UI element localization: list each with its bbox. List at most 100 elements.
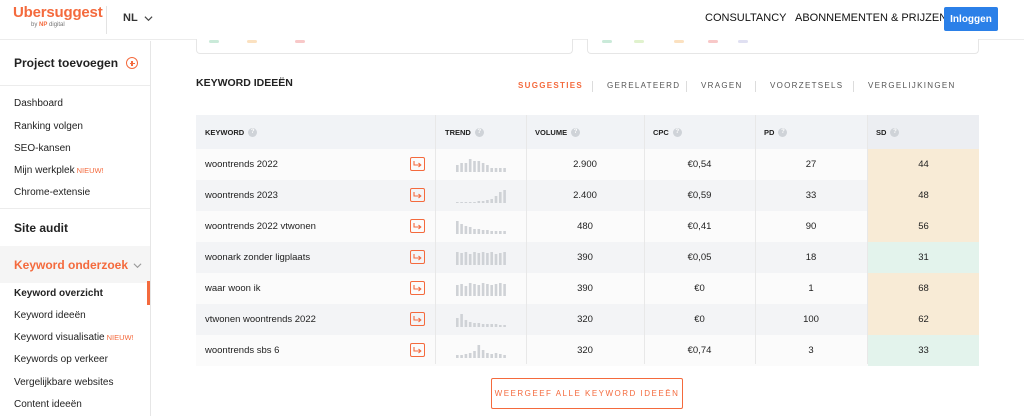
- tab-vragen[interactable]: VRAGEN: [701, 81, 743, 90]
- col-keyword[interactable]: KEYWORD?: [205, 115, 258, 149]
- volume-cell: 480: [577, 221, 593, 232]
- sidebar-item-ranking[interactable]: Ranking volgen: [14, 121, 83, 132]
- legend-dot: [738, 40, 748, 43]
- info-icon[interactable]: ?: [672, 127, 682, 137]
- language-selector[interactable]: NL: [123, 12, 153, 24]
- trend-bar: [460, 224, 463, 234]
- open-keyword-button[interactable]: [410, 343, 425, 357]
- nav-pricing[interactable]: ABONNEMENTEN & PRIJZEN: [795, 12, 947, 24]
- trend-bar: [481, 324, 485, 327]
- col-pd[interactable]: PD?: [764, 115, 788, 149]
- trend-sparkline: [456, 314, 506, 327]
- open-keyword-button[interactable]: [410, 157, 425, 171]
- trend-bar: [460, 314, 463, 327]
- keyword-research-label: Keyword onderzoek: [14, 258, 129, 272]
- trend-bar: [481, 252, 485, 265]
- keyword-cell[interactable]: woontrends 2022: [205, 149, 405, 180]
- keyword-cell[interactable]: vtwonen woontrends 2022: [205, 304, 405, 335]
- sd-cell: 56: [868, 211, 979, 242]
- trend-bar: [499, 168, 502, 172]
- trend-bar: [503, 231, 506, 234]
- plus-circle-icon: [126, 57, 138, 69]
- keyword-cell[interactable]: woontrends sbs 6: [205, 335, 405, 366]
- pd-cell: 90: [805, 221, 817, 232]
- arrow-redirect-icon: [413, 316, 422, 323]
- trend-bar: [473, 323, 476, 327]
- sidebar-subitem-ideas[interactable]: Keyword ideeën: [14, 310, 86, 321]
- trend-bar: [473, 252, 476, 265]
- sidebar-keyword-research[interactable]: Keyword onderzoek: [0, 246, 150, 283]
- nav-consultancy[interactable]: CONSULTANCY: [705, 12, 787, 24]
- sidebar-item-dashboard[interactable]: Dashboard: [14, 98, 63, 109]
- sidebar-subitem-overview[interactable]: Keyword overzicht: [14, 288, 103, 299]
- login-button[interactable]: Inloggen: [944, 7, 998, 31]
- info-icon[interactable]: ?: [778, 127, 788, 137]
- trend-bar: [499, 231, 502, 234]
- active-indicator: [147, 281, 150, 305]
- sidebar-subitem-similar[interactable]: Vergelijkbare websites: [14, 377, 114, 388]
- volume-cell: 320: [577, 314, 593, 325]
- partial-card-right: [587, 39, 979, 54]
- arrow-redirect-icon: [413, 254, 422, 261]
- trend-bar: [503, 325, 506, 327]
- legend-dot: [602, 40, 612, 43]
- trend-bar: [460, 284, 463, 296]
- arrow-redirect-icon: [413, 285, 422, 292]
- keyword-cell[interactable]: woontrends 2022 vtwonen: [205, 211, 405, 242]
- info-icon[interactable]: ?: [474, 127, 484, 137]
- trend-bar: [477, 285, 481, 296]
- trend-bar: [481, 201, 485, 203]
- info-icon[interactable]: ?: [571, 127, 581, 137]
- sidebar-subitem-traffic[interactable]: Keywords op verkeer: [14, 354, 108, 365]
- info-icon[interactable]: ?: [890, 127, 900, 137]
- tab-vergelijkingen[interactable]: VERGELIJKINGEN: [868, 81, 956, 90]
- table-row: woontrends 2022 vtwonen 480 €0,41 90 56: [196, 211, 979, 242]
- ubersuggest-logo[interactable]: Ubersuggest by NP digital: [13, 4, 103, 28]
- open-keyword-button[interactable]: [410, 188, 425, 202]
- table-row: vtwonen woontrends 2022 320 €0 100 62: [196, 304, 979, 335]
- trend-bar: [503, 190, 506, 203]
- trend-sparkline: [456, 190, 506, 203]
- col-volume[interactable]: VOLUME?: [535, 115, 581, 149]
- trend-bar: [503, 252, 506, 265]
- tab-gerelateerd[interactable]: GERELATEERD: [607, 81, 680, 90]
- trend-bar: [456, 252, 459, 265]
- info-icon[interactable]: ?: [248, 127, 258, 137]
- logo-text: Ubersuggest: [13, 4, 103, 21]
- trend-bar: [468, 202, 472, 203]
- show-all-keyword-ideas-button[interactable]: WEERGEEF ALLE KEYWORD IDEEËN: [491, 378, 683, 409]
- add-project-button[interactable]: Project toevoegen: [14, 56, 138, 70]
- trend-bar: [460, 202, 463, 203]
- sidebar-item-seo-kansen[interactable]: SEO-kansen: [14, 143, 71, 154]
- keyword-cell[interactable]: woonark zonder ligplaats: [205, 242, 405, 273]
- col-trend[interactable]: TREND?: [445, 115, 484, 149]
- trend-bar: [481, 163, 485, 172]
- col-cpc[interactable]: CPC?: [653, 115, 682, 149]
- sidebar-subitem-content[interactable]: Content ideeën: [14, 399, 82, 410]
- trend-bar: [464, 202, 468, 203]
- trend-bar: [490, 199, 493, 203]
- sidebar-site-audit[interactable]: Site audit: [14, 221, 68, 235]
- trend-bar: [494, 254, 498, 265]
- keyword-table: KEYWORD? TREND? VOLUME? CPC? PD? SD? woo…: [196, 115, 979, 366]
- open-keyword-button[interactable]: [410, 250, 425, 264]
- open-keyword-button[interactable]: [410, 281, 425, 295]
- sd-cell: 48: [868, 180, 979, 211]
- trend-bar: [494, 353, 498, 358]
- tab-voorzetsels[interactable]: VOORZETSELS: [770, 81, 843, 90]
- pd-cell: 100: [803, 314, 819, 325]
- open-keyword-button[interactable]: [410, 219, 425, 233]
- chevron-down-icon: [144, 15, 153, 21]
- trend-bar: [473, 284, 476, 296]
- keyword-cell[interactable]: waar woon ik: [205, 273, 405, 304]
- col-sd[interactable]: SD?: [876, 115, 900, 149]
- sidebar-subitem-visualisatie[interactable]: Keyword visualisatie NIEUW!: [14, 332, 134, 343]
- tab-suggesties[interactable]: SUGGESTIES: [518, 81, 583, 90]
- section-title: KEYWORD IDEEËN: [196, 77, 293, 89]
- sidebar-item-werkplek[interactable]: Mijn werkplek NIEUW!: [14, 165, 104, 176]
- arrow-redirect-icon: [413, 192, 422, 199]
- keyword-cell[interactable]: woontrends 2023: [205, 180, 405, 211]
- sidebar-item-chrome[interactable]: Chrome-extensie: [14, 187, 90, 198]
- pd-cell: 18: [805, 252, 817, 263]
- open-keyword-button[interactable]: [410, 312, 425, 326]
